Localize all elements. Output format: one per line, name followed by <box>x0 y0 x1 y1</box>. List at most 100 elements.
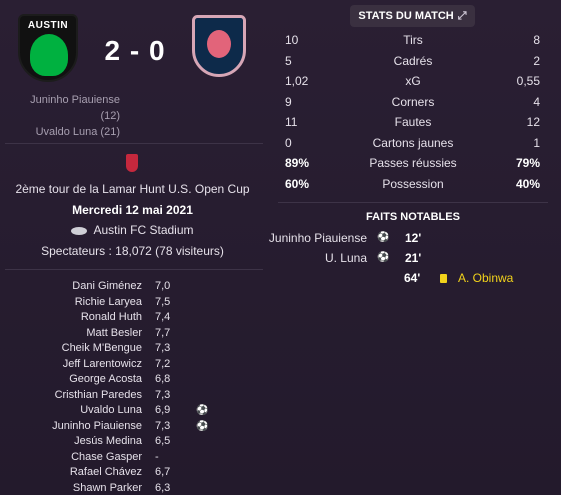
player-rating-row[interactable]: Jesús Medina 6,5 <box>0 435 265 451</box>
cup-trophy-icon <box>126 154 138 172</box>
player-name[interactable]: George Acosta <box>69 373 142 385</box>
stat-away-value: 79% <box>515 156 540 170</box>
player-rating-row[interactable]: Uvaldo Luna 6,9 ⚽ <box>0 404 265 420</box>
stat-label: Fautes <box>394 115 432 129</box>
stat-label: Cartons jaunes <box>372 135 454 150</box>
player-rating: 7,7 <box>155 326 171 339</box>
stat-away-value: 12 <box>526 115 540 129</box>
player-ratings: Dani Giménez 7,0 Richie Laryea 7,5 Ronald Hu… <box>0 280 265 495</box>
player-rating-row[interactable]: George Acosta 6,8 <box>0 373 265 389</box>
player-name[interactable]: Dani Giménez <box>72 280 142 292</box>
player-rating: 7,5 <box>155 295 171 308</box>
player-name[interactable]: Jeff Larentowicz <box>63 358 142 370</box>
player-name[interactable]: Shawn Parker <box>73 482 142 494</box>
bird-icon <box>207 30 231 58</box>
player-rating: 7,3 <box>155 342 171 354</box>
stadium-row[interactable]: Austin FC Stadium <box>0 223 265 237</box>
player-name[interactable]: Ronald Huth <box>81 311 142 323</box>
stat-row: 10 Tirs 8 <box>280 33 546 54</box>
goal-ball-icon: ⚽ <box>196 405 209 416</box>
stat-row: 89% Passes réussies 79% <box>280 156 546 177</box>
player-rating: 6,9 <box>155 404 171 416</box>
competition-round[interactable]: 2ème tour de la Lamar Hunt U.S. Open Cup <box>0 182 265 196</box>
stadium-icon <box>71 226 88 235</box>
event-minute: 64' <box>404 271 421 285</box>
player-rating-row[interactable]: Cheik M'Bengue 7,3 <box>0 342 265 358</box>
divider <box>278 202 548 203</box>
player-name[interactable]: Jesús Medina <box>74 435 142 447</box>
notable-events-title: FAITS NOTABLES <box>366 211 460 223</box>
away-team-badge[interactable] <box>192 15 246 77</box>
goal-scorer[interactable]: Juninho Piauiense <box>269 231 367 245</box>
player-rating-row[interactable]: Richie Laryea 7,5 <box>0 296 265 312</box>
card-player[interactable]: A. Obinwa <box>458 271 513 285</box>
player-rating-row[interactable]: Shawn Parker 6,3 <box>0 482 265 495</box>
player-rating: 6,3 <box>155 481 171 494</box>
stat-label: Cadrés <box>393 53 433 68</box>
player-rating: 6,7 <box>155 466 171 478</box>
stat-row: 5 Cadrés 2 <box>280 54 546 75</box>
stat-row: 11 Fautes 12 <box>280 115 546 136</box>
player-rating-row[interactable]: Jeff Larentowicz 7,2 <box>0 358 265 374</box>
player-rating: 6,5 <box>155 435 171 447</box>
stat-row: 1,02 xG 0,55 <box>280 74 546 95</box>
match-stats-button[interactable]: STATS DU MATCH ⤢ <box>350 5 475 27</box>
player-rating-row[interactable]: Dani Giménez 7,0 <box>0 280 265 296</box>
goal-ball-icon: ⚽ <box>196 420 209 432</box>
stat-label: Passes réussies <box>369 156 457 170</box>
player-rating: 7,4 <box>155 311 171 323</box>
yellow-card-icon <box>440 274 447 283</box>
stadium-name: Austin FC Stadium <box>93 223 194 237</box>
player-rating-row[interactable]: Chase Gasper - <box>0 451 265 467</box>
player-rating: 6,8 <box>155 373 171 385</box>
player-name[interactable]: Cristhian Paredes <box>55 389 142 401</box>
player-rating: 7,3 <box>155 388 171 401</box>
home-scorers: Juninho Piauiense (12) Uvaldo Luna (21) <box>10 92 120 140</box>
player-rating: 7,2 <box>155 357 171 370</box>
divider <box>5 269 263 270</box>
player-rating: 7,3 <box>155 419 171 432</box>
player-name[interactable]: Cheik M'Bengue <box>62 342 142 354</box>
player-rating: - <box>155 450 159 463</box>
expand-icon: ⤢ <box>457 10 467 22</box>
player-rating-row[interactable]: Matt Besler 7,7 <box>0 327 265 343</box>
player-name[interactable]: Juninho Piauiense <box>52 420 142 432</box>
player-name[interactable]: Richie Laryea <box>75 296 142 308</box>
goal-ball-icon: ⚽ <box>377 232 390 243</box>
player-rating-row[interactable]: Juninho Piauiense 7,3 ⚽ <box>0 420 265 436</box>
player-name[interactable]: Uvaldo Luna <box>80 404 142 416</box>
stat-away-value: 8 <box>533 33 540 47</box>
stat-away-value: 1 <box>533 135 540 150</box>
player-name[interactable]: Matt Besler <box>86 327 142 339</box>
stat-row: 60% Possession 40% <box>280 177 546 198</box>
stat-away-value: 0,55 <box>516 74 540 88</box>
event-minute: 12' <box>405 231 422 245</box>
player-rating: 7,0 <box>155 280 171 292</box>
tree-icon <box>30 34 68 76</box>
stat-label: xG <box>405 74 421 88</box>
stat-label: Possession <box>382 176 444 191</box>
stat-row: 0 Cartons jaunes 1 <box>280 136 546 157</box>
goal-ball-icon: ⚽ <box>377 252 390 263</box>
match-stats-title: STATS DU MATCH <box>358 10 454 22</box>
stat-row: 9 Corners 4 <box>280 95 546 116</box>
event-minute: 21' <box>405 251 422 265</box>
match-score: 2 - 0 <box>104 35 166 66</box>
scorer-line: Juninho Piauiense (12) <box>30 94 120 122</box>
home-team-badge[interactable]: AUSTIN <box>18 14 78 82</box>
match-date: Mercredi 12 mai 2021 <box>72 203 193 217</box>
spectators: Spectateurs : 18,072 (78 visiteurs) <box>41 244 224 258</box>
player-rating-row[interactable]: Cristhian Paredes 7,3 <box>0 389 265 405</box>
stat-away-value: 2 <box>533 53 540 68</box>
stat-away-value: 40% <box>515 176 540 191</box>
match-stats-table: 10 Tirs 8 5 Cadrés 2 1,02 xG 0,55 9 Corners 4 11 Faut… <box>280 33 546 197</box>
divider <box>5 143 263 144</box>
home-badge-text: AUSTIN <box>27 20 69 31</box>
stat-away-value: 4 <box>533 94 540 109</box>
player-name[interactable]: Rafael Chávez <box>70 466 142 478</box>
stat-label: Corners <box>391 94 435 109</box>
goal-scorer[interactable]: U. Luna <box>325 251 367 265</box>
player-rating-row[interactable]: Ronald Huth 7,4 <box>0 311 265 327</box>
player-name[interactable]: Chase Gasper <box>71 451 142 463</box>
player-rating-row[interactable]: Rafael Chávez 6,7 <box>0 466 265 482</box>
